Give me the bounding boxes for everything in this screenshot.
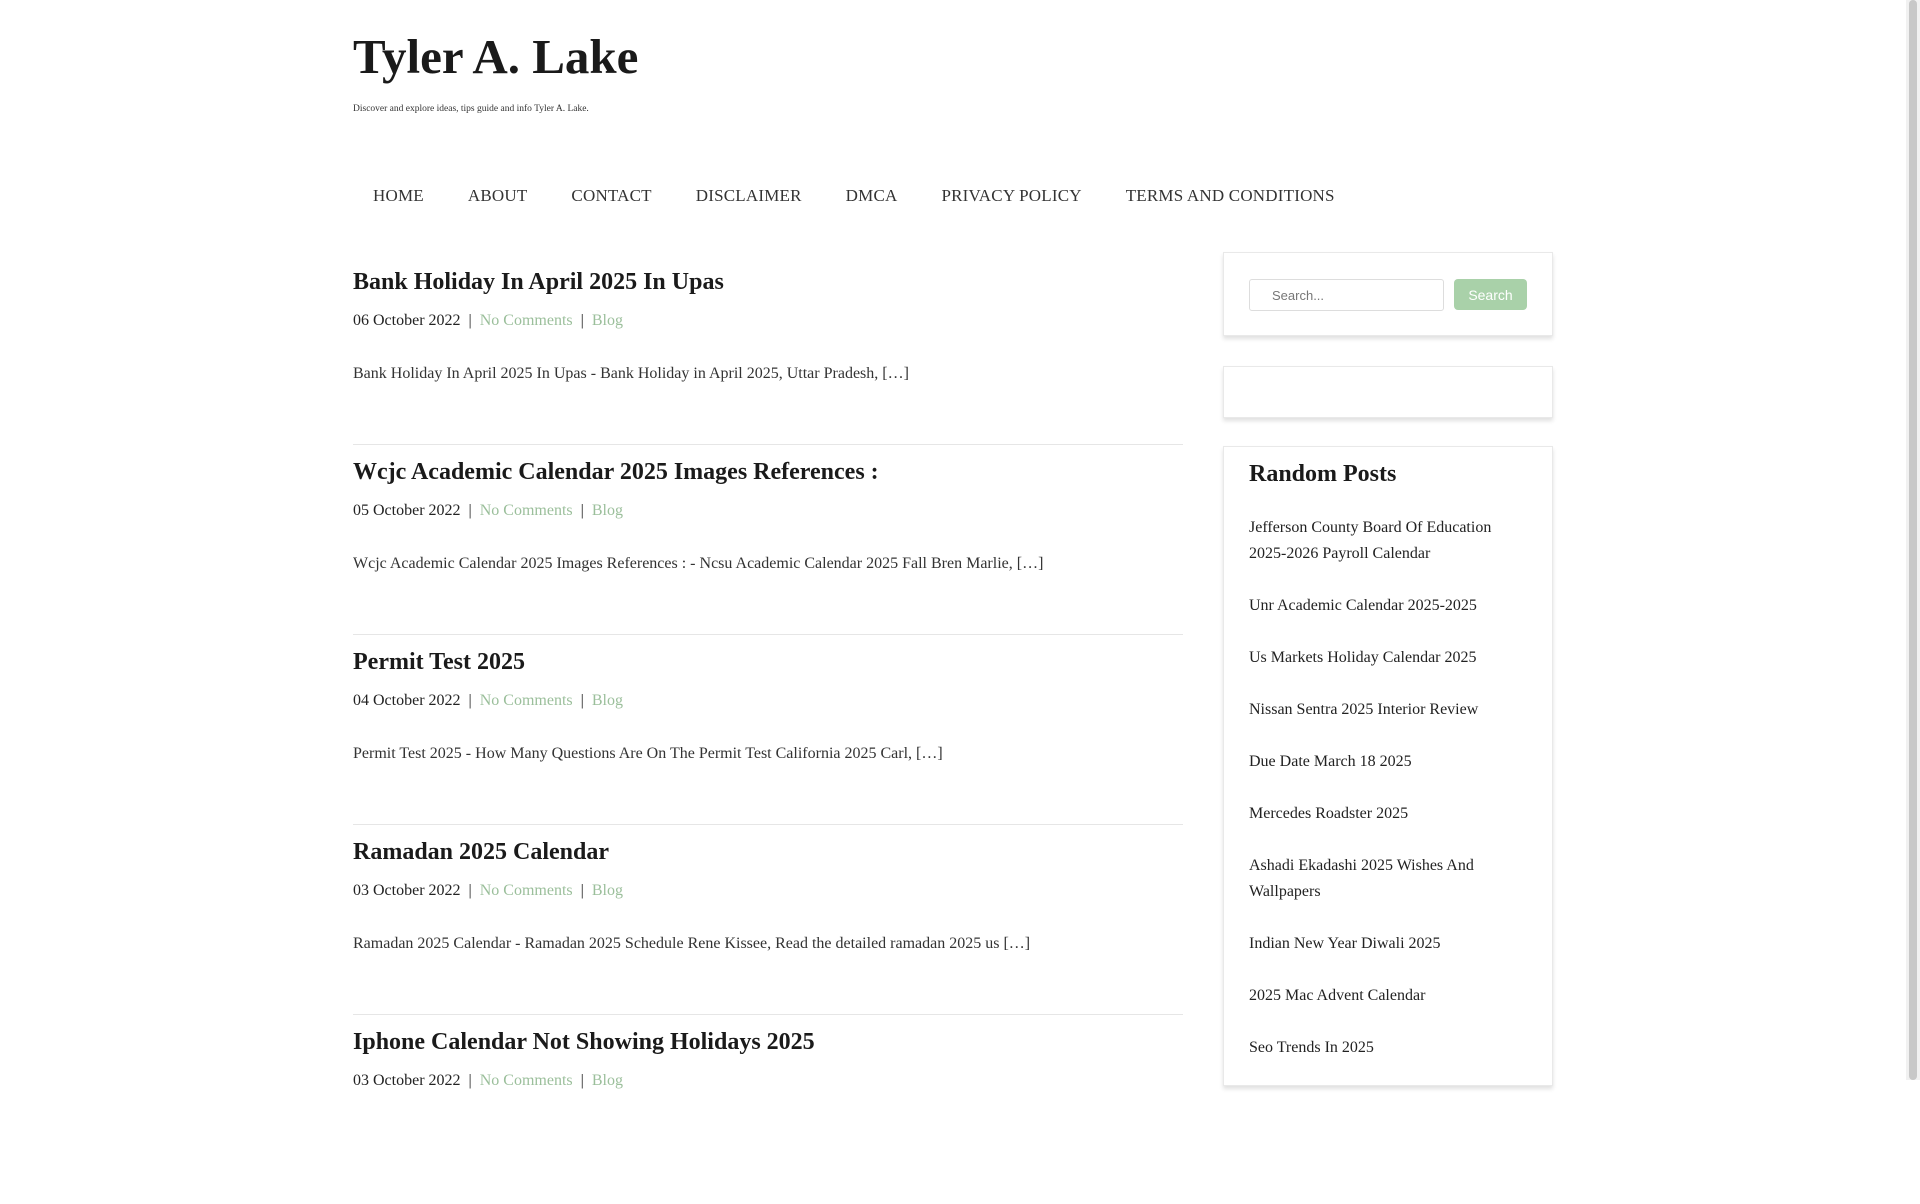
post-title[interactable]: Wcjc Academic Calendar 2025 Images Refer…	[353, 457, 879, 487]
meta-separator: |	[580, 312, 584, 329]
random-posts-heading: Random Posts	[1249, 461, 1397, 487]
main-navigation: HOME ABOUT CONTACT DISCLAIMER DMCA PRIVA…	[353, 184, 1357, 208]
post-excerpt: Permit Test 2025 - How Many Questions Ar…	[353, 745, 943, 762]
post-date: 04 October 2022	[353, 692, 461, 709]
post-excerpt: Bank Holiday In April 2025 In Upas - Ban…	[353, 365, 909, 382]
site-title[interactable]: Tyler A. Lake	[353, 30, 638, 84]
empty-widget	[1223, 366, 1553, 418]
nav-contact[interactable]: CONTACT	[549, 184, 673, 208]
post-meta: 03 October 2022 | No Comments | Blog	[353, 880, 623, 902]
random-post-link[interactable]: Nissan Sentra 2025 Interior Review	[1249, 697, 1529, 723]
random-post-link[interactable]: 2025 Mac Advent Calendar	[1249, 983, 1529, 1009]
nav-disclaimer[interactable]: DISCLAIMER	[674, 184, 824, 208]
meta-separator: |	[468, 882, 472, 899]
random-post-link[interactable]: Jefferson County Board Of Education 2025…	[1249, 515, 1529, 567]
random-post-link[interactable]: Due Date March 18 2025	[1249, 749, 1529, 775]
random-post-link[interactable]: Ashadi Ekadashi 2025 Wishes And Wallpape…	[1249, 853, 1529, 905]
post-title[interactable]: Permit Test 2025	[353, 647, 525, 677]
random-post-link[interactable]: Indian New Year Diwali 2025	[1249, 931, 1529, 957]
post-comments-link[interactable]: No Comments	[480, 882, 573, 899]
scrollbar-thumb[interactable]	[1909, 0, 1917, 1080]
random-post-link[interactable]: Seo Trends In 2025	[1249, 1035, 1529, 1061]
post-list: Bank Holiday In April 2025 In Upas 06 Oc…	[353, 255, 1183, 1204]
post-meta: 03 October 2022 | No Comments | Blog	[353, 1070, 623, 1092]
post-excerpt: Wcjc Academic Calendar 2025 Images Refer…	[353, 555, 1044, 572]
meta-separator: |	[468, 692, 472, 709]
post-category-link[interactable]: Blog	[592, 1072, 623, 1089]
site-description: Discover and explore ideas, tips guide a…	[353, 104, 589, 114]
random-post-link[interactable]: Unr Academic Calendar 2025-2025	[1249, 593, 1529, 619]
post-meta: 04 October 2022 | No Comments | Blog	[353, 690, 623, 712]
post-item: Wcjc Academic Calendar 2025 Images Refer…	[353, 445, 1183, 635]
meta-separator: |	[468, 1072, 472, 1089]
post-item: Iphone Calendar Not Showing Holidays 202…	[353, 1015, 1183, 1204]
nav-dmca[interactable]: DMCA	[824, 184, 920, 208]
post-item: Bank Holiday In April 2025 In Upas 06 Oc…	[353, 255, 1183, 445]
post-date: 05 October 2022	[353, 502, 461, 519]
post-excerpt: Ramadan 2025 Calendar - Ramadan 2025 Sch…	[353, 935, 1031, 952]
random-posts-list: Jefferson County Board Of Education 2025…	[1249, 515, 1529, 1087]
meta-separator: |	[580, 882, 584, 899]
search-input[interactable]	[1249, 279, 1444, 311]
page-scrollbar[interactable]	[1906, 0, 1920, 1080]
sidebar: Search Random Posts Jefferson County Boa…	[1223, 252, 1553, 1086]
meta-separator: |	[580, 1072, 584, 1089]
post-item: Permit Test 2025 04 October 2022 | No Comm…	[353, 635, 1183, 825]
search-widget: Search	[1223, 252, 1553, 336]
search-button[interactable]: Search	[1454, 279, 1527, 310]
random-posts-widget: Random Posts Jefferson County Board Of E…	[1223, 446, 1553, 1086]
post-category-link[interactable]: Blog	[592, 502, 623, 519]
post-comments-link[interactable]: No Comments	[480, 312, 573, 329]
post-item: Ramadan 2025 Calendar 03 October 2022 | No…	[353, 825, 1183, 1015]
post-title[interactable]: Iphone Calendar Not Showing Holidays 202…	[353, 1027, 815, 1057]
post-title[interactable]: Ramadan 2025 Calendar	[353, 837, 609, 867]
post-date: 06 October 2022	[353, 312, 461, 329]
random-post-link[interactable]: Us Markets Holiday Calendar 2025	[1249, 645, 1529, 671]
post-meta: 06 October 2022 | No Comments | Blog	[353, 310, 623, 332]
post-meta: 05 October 2022 | No Comments | Blog	[353, 500, 623, 522]
post-category-link[interactable]: Blog	[592, 882, 623, 899]
random-post-link[interactable]: Mercedes Roadster 2025	[1249, 801, 1529, 827]
meta-separator: |	[468, 312, 472, 329]
post-comments-link[interactable]: No Comments	[480, 692, 573, 709]
post-comments-link[interactable]: No Comments	[480, 1072, 573, 1089]
post-date: 03 October 2022	[353, 1072, 461, 1089]
meta-separator: |	[580, 692, 584, 709]
nav-privacy-policy[interactable]: PRIVACY POLICY	[919, 184, 1103, 208]
post-category-link[interactable]: Blog	[592, 312, 623, 329]
post-category-link[interactable]: Blog	[592, 692, 623, 709]
meta-separator: |	[468, 502, 472, 519]
post-comments-link[interactable]: No Comments	[480, 502, 573, 519]
post-title[interactable]: Bank Holiday In April 2025 In Upas	[353, 267, 724, 297]
meta-separator: |	[580, 502, 584, 519]
nav-about[interactable]: ABOUT	[446, 184, 550, 208]
nav-terms-and-conditions[interactable]: TERMS AND CONDITIONS	[1104, 184, 1357, 208]
post-date: 03 October 2022	[353, 882, 461, 899]
nav-home[interactable]: HOME	[353, 184, 446, 208]
